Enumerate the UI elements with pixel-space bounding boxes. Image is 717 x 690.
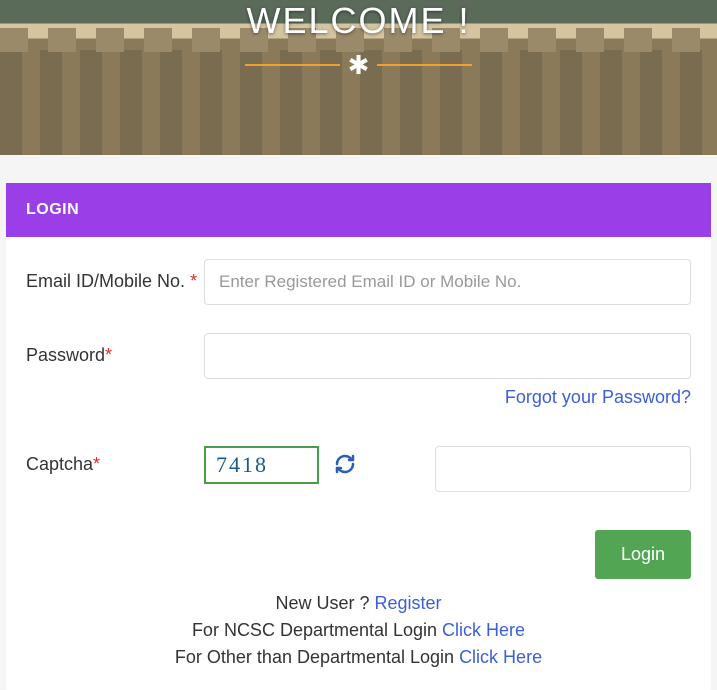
password-label: Password* [26, 333, 204, 367]
login-card: LOGIN Email ID/Mobile No. * Password* Fo… [6, 183, 711, 690]
captcha-refresh-icon[interactable] [333, 452, 357, 481]
register-link[interactable]: Register [375, 593, 442, 613]
captcha-image: 7418 [204, 446, 319, 484]
email-input[interactable] [204, 259, 691, 305]
captcha-row: Captcha* 7418 [26, 446, 691, 492]
email-row: Email ID/Mobile No. * [26, 259, 691, 305]
captcha-label: Captcha* [26, 446, 204, 475]
login-header: LOGIN [6, 183, 711, 237]
captcha-input[interactable] [435, 446, 691, 492]
other-text: For Other than Departmental Login [175, 647, 459, 667]
divider: ✱ [0, 52, 717, 78]
password-row: Password* [26, 333, 691, 379]
star-icon: ✱ [348, 52, 370, 78]
email-label: Email ID/Mobile No. * [26, 259, 204, 293]
new-user-text: New User ? [275, 593, 374, 613]
forgot-password-link[interactable]: Forgot your Password? [505, 387, 691, 407]
welcome-heading: WELCOME ! [0, 0, 717, 42]
password-input[interactable] [204, 333, 691, 379]
banner: WELCOME ! ✱ [0, 0, 717, 155]
login-button[interactable]: Login [595, 530, 691, 579]
ncsc-text: For NCSC Departmental Login [192, 620, 442, 640]
other-login-link[interactable]: Click Here [459, 647, 542, 667]
ncsc-login-link[interactable]: Click Here [442, 620, 525, 640]
footer-links: New User ? Register For NCSC Departmenta… [26, 593, 691, 668]
